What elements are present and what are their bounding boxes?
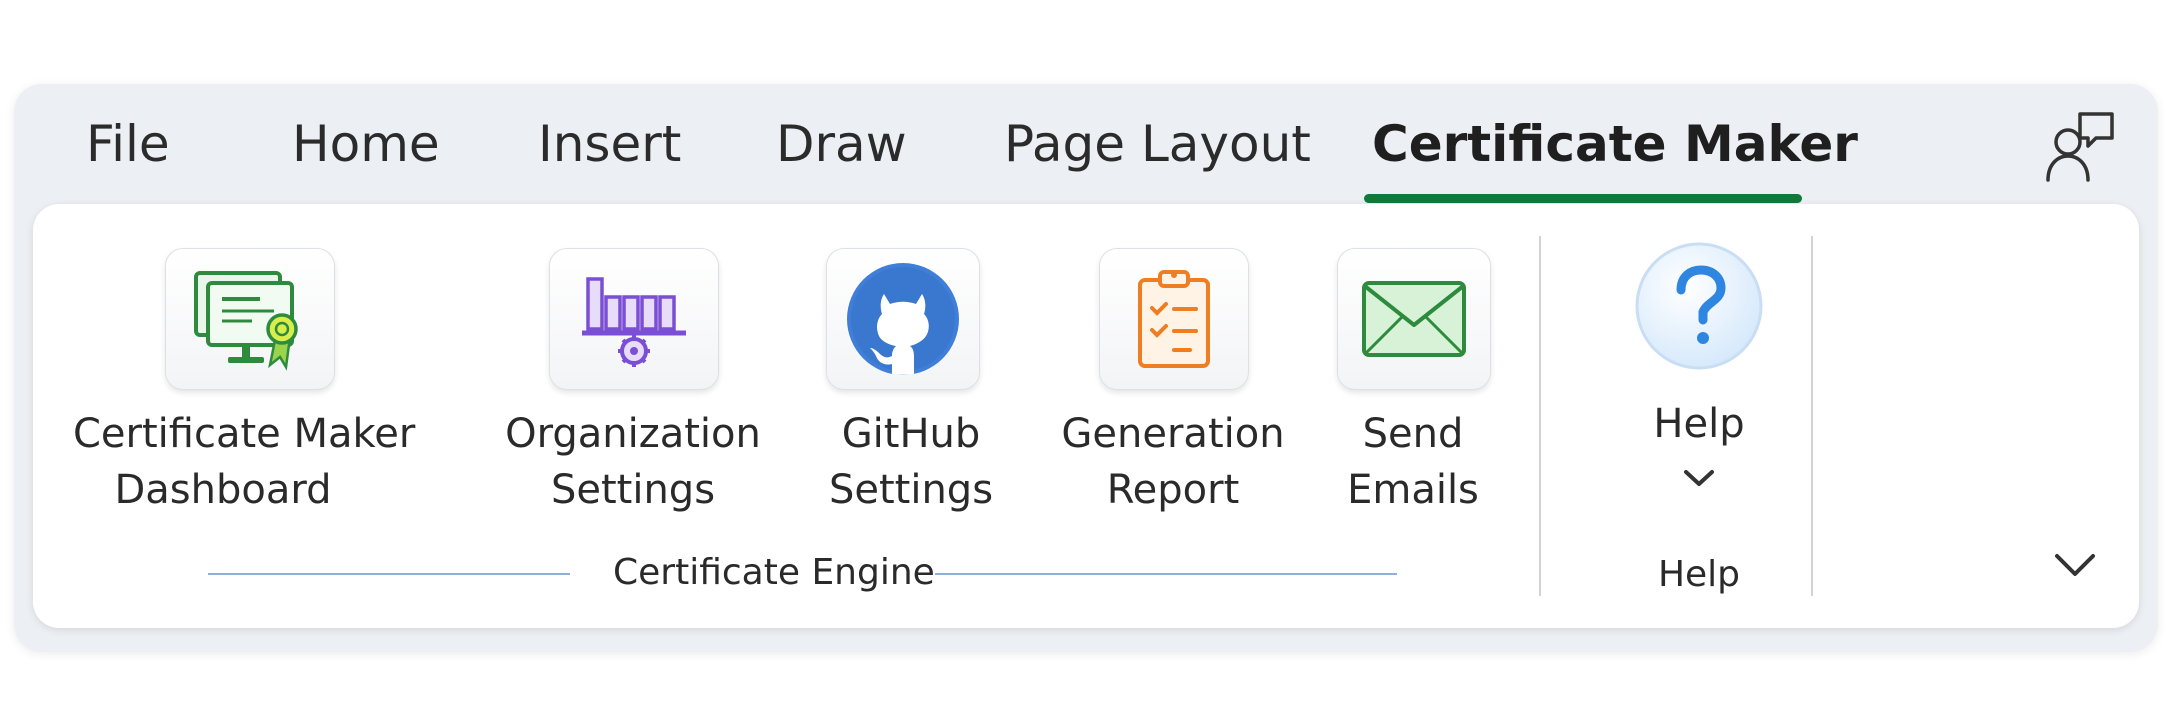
group-divider-line: [208, 573, 570, 575]
github-icon: [826, 248, 980, 390]
group-separator: [1811, 236, 1813, 596]
button-label-line2: Emails: [1347, 467, 1479, 513]
help-question-icon: [1633, 240, 1765, 372]
github-settings-button[interactable]: GitHub Settings: [801, 204, 1021, 544]
group-divider-line: [935, 573, 1397, 575]
group-label-certificate-engine: Certificate Engine: [613, 552, 935, 593]
tab-page-layout[interactable]: Page Layout: [1004, 114, 1311, 174]
button-label-line1: Certificate Maker: [73, 411, 416, 457]
ribbon-panel: Certificate Maker Dashboard Organization: [33, 204, 2139, 628]
tab-draw[interactable]: Draw: [776, 114, 907, 174]
button-label-line2: Report: [1106, 467, 1240, 513]
certificate-dashboard-icon: [165, 248, 335, 390]
active-tab-indicator: [1364, 194, 1802, 203]
chevron-down-icon: [1682, 466, 1716, 490]
button-label-line1: Generation: [1061, 411, 1285, 457]
share-person-icon[interactable]: [2042, 108, 2118, 184]
certificate-dashboard-button[interactable]: Certificate Maker Dashboard: [73, 204, 416, 544]
collapse-ribbon-button[interactable]: [2051, 544, 2099, 584]
clipboard-report-icon: [1099, 248, 1249, 390]
chevron-down-icon: [2055, 554, 2095, 576]
group-label-help: Help: [1657, 554, 1741, 595]
tab-insert[interactable]: Insert: [538, 114, 681, 174]
organization-settings-icon: [549, 248, 719, 390]
button-label-line2: Settings: [550, 467, 716, 513]
send-emails-button[interactable]: Send Emails: [1303, 204, 1523, 544]
help-button-label: Help: [1653, 401, 1745, 447]
help-button[interactable]: Help: [1599, 204, 1799, 524]
button-label-line1: Organization: [505, 411, 761, 457]
button-label-line1: GitHub: [841, 411, 981, 457]
envelope-icon: [1337, 248, 1491, 390]
button-label-line1: Send: [1362, 411, 1464, 457]
button-label-line2: Settings: [828, 467, 994, 513]
ribbon-window: File Home Insert Draw Page Layout Certif…: [14, 84, 2158, 652]
tab-home[interactable]: Home: [292, 114, 440, 174]
group-separator: [1539, 236, 1541, 596]
generation-report-button[interactable]: Generation Report: [1043, 204, 1303, 544]
button-label-line2: Dashboard: [114, 467, 332, 513]
tab-certificate-maker[interactable]: Certificate Maker: [1372, 114, 1858, 174]
organization-settings-button[interactable]: Organization Settings: [493, 204, 773, 544]
tab-file[interactable]: File: [86, 114, 170, 174]
